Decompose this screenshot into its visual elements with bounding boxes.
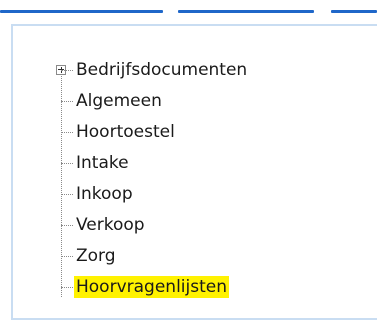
tree-item-label[interactable]: Intake [74,152,131,174]
tree-branch-line [61,286,73,288]
tree-item-bedrijfsdocumenten[interactable]: Bedrijfsdocumenten [61,55,249,85]
tree-item-label[interactable]: Bedrijfsdocumenten [74,59,249,81]
tree-branch-line [61,100,73,102]
tree-branch-line [61,162,73,164]
tree-item-label[interactable]: Zorg [74,245,118,267]
tree-branch-line [61,69,73,71]
tree-item-intake[interactable]: Intake [61,148,131,178]
tree-item-inkoop[interactable]: Inkoop [61,179,135,209]
tree-container: Bedrijfsdocumenten Algemeen Hoortoestel … [11,24,377,320]
tree-item-hoortoestel[interactable]: Hoortoestel [61,117,177,147]
tree-item-zorg[interactable]: Zorg [61,241,118,271]
tree-item-label[interactable]: Verkoop [74,214,147,236]
tree-item-algemeen[interactable]: Algemeen [61,86,164,116]
tree-item-label[interactable]: Inkoop [74,183,135,205]
tab-indicator-1[interactable] [0,10,163,13]
folder-tree: Bedrijfsdocumenten Algemeen Hoortoestel … [13,26,377,318]
tree-branch-line [61,193,73,195]
tree-item-hoorvragenlijsten[interactable]: Hoorvragenlijsten [61,272,229,302]
document-tree-panel: Bedrijfsdocumenten Algemeen Hoortoestel … [0,0,377,324]
tree-branch-line [61,224,73,226]
tree-branch-line [61,255,73,257]
tree-branch-line [61,131,73,133]
tree-item-verkoop[interactable]: Verkoop [61,210,147,240]
tree-item-label[interactable]: Hoortoestel [74,121,177,143]
tree-item-label[interactable]: Algemeen [74,90,164,112]
tab-indicator-2[interactable] [178,10,314,13]
tree-item-label[interactable]: Hoorvragenlijsten [74,276,229,298]
tab-indicator-3[interactable] [331,10,377,13]
